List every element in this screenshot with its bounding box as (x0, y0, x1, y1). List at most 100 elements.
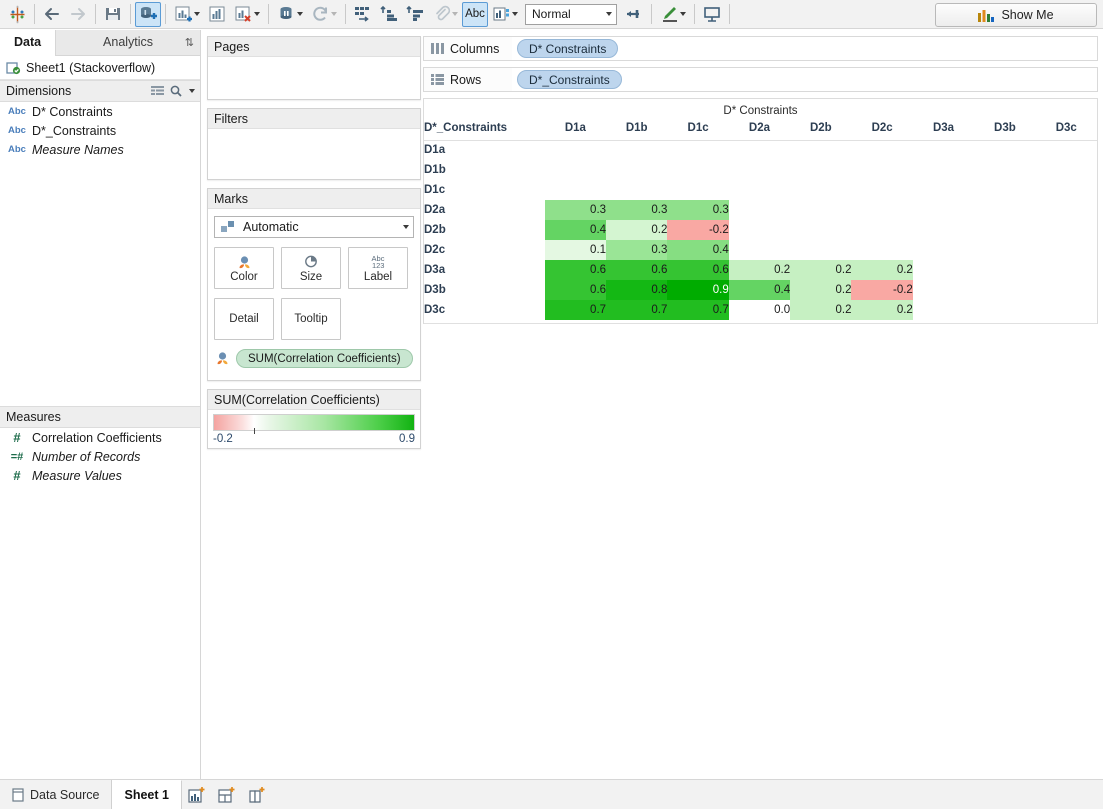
column-header-d2a[interactable]: D2a (729, 117, 790, 139)
filters-title: Filters (208, 109, 420, 129)
dimension-d-underscore-constraints[interactable]: Abc D*_Constraints (0, 121, 200, 140)
worksheet-pane[interactable]: D* Constraints D*_Constraints D1a D1b D1c D… (423, 98, 1098, 324)
back-icon[interactable] (39, 2, 65, 27)
color-pill[interactable]: SUM(Correlation Coefficients) (236, 349, 413, 368)
heatmap-cell-d2b-d1b[interactable]: 0.2 (606, 220, 668, 240)
dimension-d-constraints[interactable]: Abc D* Constraints (0, 102, 200, 121)
row-header-d1a[interactable]: D1a (424, 140, 545, 160)
datasource-item[interactable]: Sheet1 (Stackoverflow) (0, 56, 200, 80)
row-header-d1b[interactable]: D1b (424, 160, 545, 180)
column-header-d2c[interactable]: D2c (851, 117, 912, 139)
heatmap-cell-d3c-d1c[interactable]: 0.7 (667, 300, 729, 320)
heatmap-cell-d3a-d2b[interactable]: 0.2 (790, 260, 852, 280)
column-header-d3a[interactable]: D3a (913, 117, 974, 139)
presentation-mode-icon[interactable] (699, 2, 725, 27)
label-shelf-button[interactable]: Abc 123 Label (348, 247, 408, 289)
heatmap-cell-d2a-d1b[interactable]: 0.3 (606, 200, 668, 220)
mark-type-dropdown[interactable]: Automatic (214, 216, 414, 238)
columns-dropzone[interactable]: D* Constraints (512, 37, 1097, 60)
dimension-measure-names[interactable]: Abc Measure Names (0, 140, 200, 159)
columns-pill[interactable]: D* Constraints (517, 39, 619, 58)
column-header-d2b[interactable]: D2b (790, 117, 851, 139)
row-header-d3b[interactable]: D3b (424, 280, 545, 300)
group-by-folder-icon[interactable] (151, 85, 164, 97)
pause-autoupdate-icon[interactable] (273, 2, 307, 27)
heatmap-cell-d3c-d2a[interactable]: 0.0 (728, 300, 791, 320)
row-header-d3a[interactable]: D3a (424, 260, 545, 280)
duplicate-sheet-icon[interactable] (204, 2, 230, 27)
fit-icon[interactable] (488, 2, 522, 27)
heatmap-cell-d2c-d1c[interactable]: 0.4 (667, 240, 729, 260)
column-header-d1c[interactable]: D1c (667, 117, 728, 139)
sort-ascending-icon[interactable] (376, 2, 402, 27)
sheet-tab-sheet1[interactable]: Sheet 1 (112, 780, 182, 809)
size-shelf-button[interactable]: Size (281, 247, 341, 289)
data-source-tab[interactable]: Data Source (0, 780, 113, 809)
new-dashboard-icon[interactable] (212, 780, 242, 809)
chevron-down-icon[interactable] (189, 89, 195, 93)
heatmap-cell-d3b-d2a[interactable]: 0.4 (728, 280, 791, 300)
heatmap-cell-d3a-d1c[interactable]: 0.6 (667, 260, 729, 280)
heatmap-cell-d3c-d2c[interactable]: 0.2 (851, 300, 913, 320)
heatmap-cell-d2b-d1c[interactable]: -0.2 (667, 220, 729, 240)
fix-axes-icon[interactable] (621, 2, 647, 27)
columns-shelf[interactable]: Columns D* Constraints (423, 36, 1098, 61)
heatmap-cell-d2b-d1a[interactable]: 0.4 (544, 220, 607, 240)
row-header-d2b[interactable]: D2b (424, 220, 545, 240)
heatmap-cell-d3c-d1a[interactable]: 0.7 (544, 300, 607, 320)
heatmap-cell-d2a-d1c[interactable]: 0.3 (667, 200, 729, 220)
new-worksheet-icon[interactable] (170, 2, 204, 27)
new-worksheet-icon[interactable] (182, 780, 212, 809)
measure-correlation-coefficients[interactable]: # Correlation Coefficients (0, 428, 200, 447)
heatmap-cell-d3b-d2b[interactable]: 0.2 (790, 280, 852, 300)
row-header-d2a[interactable]: D2a (424, 200, 545, 220)
heatmap-cell-d2c-d1b[interactable]: 0.3 (606, 240, 668, 260)
rows-shelf[interactable]: Rows D*_Constraints (423, 67, 1098, 92)
column-header-d3b[interactable]: D3b (974, 117, 1035, 139)
clear-sheet-icon[interactable] (230, 2, 264, 27)
row-header-d2c[interactable]: D2c (424, 240, 545, 260)
heatmap-cell-d3c-d2b[interactable]: 0.2 (790, 300, 852, 320)
heatmap-cell-d2c-d1a[interactable]: 0.1 (544, 240, 607, 260)
tableau-logo-icon[interactable] (4, 2, 30, 27)
tab-resize-icon[interactable]: ⇅ (185, 36, 194, 49)
heatmap-cell-d3a-d1b[interactable]: 0.6 (606, 260, 668, 280)
column-header-d3c[interactable]: D3c (1036, 117, 1097, 139)
row-header-d1c[interactable]: D1c (424, 180, 545, 200)
heatmap-cell-d3b-d2c[interactable]: -0.2 (851, 280, 913, 300)
fit-dropdown[interactable]: Normal (525, 3, 617, 25)
tooltip-shelf-button[interactable]: Tooltip (281, 298, 341, 340)
show-me-button[interactable]: Show Me (935, 3, 1097, 27)
row-header-d3c[interactable]: D3c (424, 300, 545, 320)
heatmap-cell-d2a-d1a[interactable]: 0.3 (544, 200, 607, 220)
heatmap-cell-d3a-d2a[interactable]: 0.2 (728, 260, 791, 280)
save-icon[interactable] (100, 2, 126, 27)
heatmap-cell-d3b-d1b[interactable]: 0.8 (606, 280, 668, 300)
measure-measure-values[interactable]: # Measure Values (0, 466, 200, 485)
rows-dropzone[interactable]: D*_Constraints (512, 68, 1097, 91)
pages-dropzone[interactable] (208, 57, 420, 99)
search-icon[interactable] (170, 85, 182, 97)
show-mark-labels-icon[interactable]: Abc (462, 1, 488, 27)
heatmap-cell-d3b-d1c[interactable]: 0.9 (667, 280, 729, 300)
sort-descending-icon[interactable] (402, 2, 428, 27)
heatmap-cell-d3a-d2c[interactable]: 0.2 (851, 260, 913, 280)
detail-shelf-button[interactable]: Detail (214, 298, 274, 340)
filters-dropzone[interactable] (208, 129, 420, 179)
heatmap-cell-d3b-d1a[interactable]: 0.6 (544, 280, 607, 300)
heatmap-cell-d3c-d1b[interactable]: 0.7 (606, 300, 668, 320)
legend-gradient[interactable] (213, 414, 415, 434)
measure-number-of-records[interactable]: =# Number of Records (0, 447, 200, 466)
swap-rows-cols-icon[interactable] (350, 2, 376, 27)
tab-analytics[interactable]: Analytics (56, 30, 200, 56)
new-data-source-icon[interactable] (135, 1, 161, 27)
heatmap-cell-d3a-d1a[interactable]: 0.6 (544, 260, 607, 280)
column-header-d1b[interactable]: D1b (606, 117, 667, 139)
highlight-icon[interactable] (656, 2, 690, 27)
color-shelf-button[interactable]: Color (214, 247, 274, 289)
tab-data[interactable]: Data (0, 30, 57, 56)
rows-pill[interactable]: D*_Constraints (517, 70, 622, 89)
column-header-d1a[interactable]: D1a (545, 117, 606, 139)
abc-icon: Abc (8, 125, 26, 136)
new-story-icon[interactable] (242, 780, 272, 809)
